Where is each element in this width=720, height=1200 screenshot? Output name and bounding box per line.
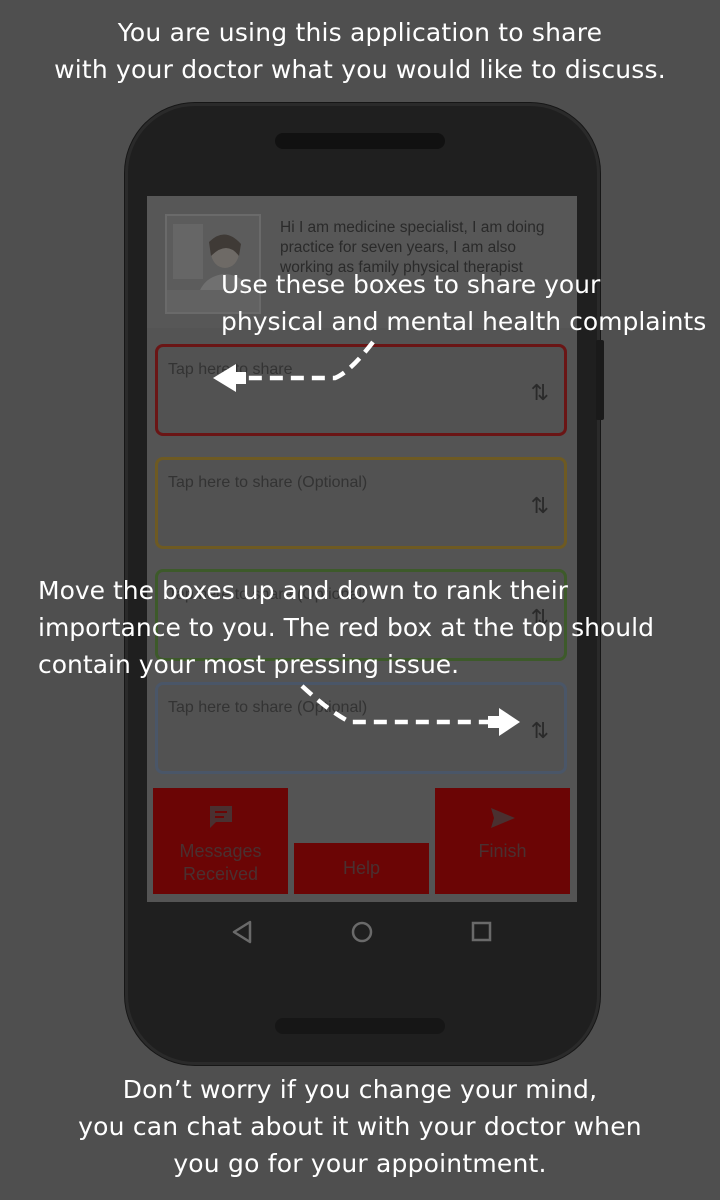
share-box-1-placeholder: Tap here to share [168, 361, 293, 378]
closing-caption-line1: Don’t worry if you change your mind, [122, 1075, 598, 1104]
boxes-hint-line2: physical and mental health complaints [221, 307, 707, 336]
phone-speaker-top [275, 133, 445, 149]
share-box-1[interactable]: Tap here to share ⇅ [155, 344, 567, 436]
closing-caption-line2: you can chat about it with your doctor w… [78, 1112, 642, 1141]
boxes-hint-line1: Use these boxes to share your [221, 270, 601, 299]
send-icon [490, 808, 515, 828]
messages-received-button[interactable]: Messages Received [153, 788, 288, 894]
home-icon[interactable] [332, 902, 392, 962]
reorder-arrows-icon[interactable]: ⇅ [531, 381, 550, 406]
share-box-4-placeholder: Tap here to share (Optional) [168, 699, 368, 716]
rank-hint-line2: importance to you. The red box at the to… [38, 613, 654, 642]
rank-hint-line3: contain your most pressing issue. [38, 650, 460, 679]
help-button[interactable]: Help [294, 843, 429, 894]
rank-hint-line1: Move the boxes up and down to rank their [38, 576, 568, 605]
phone-side-button [596, 340, 604, 420]
back-icon[interactable] [212, 902, 272, 962]
help-label: Help [342, 858, 381, 878]
rank-hint: Move the boxes up and down to rank their… [38, 572, 654, 683]
finish-label: Finish [478, 841, 527, 861]
phone-speaker-bottom [275, 1018, 445, 1034]
recent-apps-icon[interactable] [452, 902, 512, 962]
closing-caption: Don’t worry if you change your mind, you… [0, 1071, 720, 1182]
android-nav-bar [147, 902, 577, 962]
boxes-hint: Use these boxes to share your physical a… [221, 266, 706, 340]
finish-button[interactable]: Finish [435, 788, 570, 894]
share-box-2-placeholder: Tap here to share (Optional) [168, 474, 368, 491]
share-box-2[interactable]: Tap here to share (Optional) ⇅ [155, 457, 567, 549]
messages-received-label: Messages Received [179, 841, 262, 884]
reorder-arrows-icon[interactable]: ⇅ [531, 719, 550, 744]
reorder-arrows-icon[interactable]: ⇅ [531, 494, 550, 519]
intro-caption-line1: You are using this application to share [117, 18, 603, 47]
message-icon [209, 806, 232, 828]
intro-caption-line2: with your doctor what you would like to … [54, 55, 666, 84]
share-box-4[interactable]: Tap here to share (Optional) ⇅ [155, 682, 567, 774]
intro-caption: You are using this application to share … [0, 14, 720, 88]
closing-caption-line3: you go for your appointment. [173, 1149, 547, 1178]
